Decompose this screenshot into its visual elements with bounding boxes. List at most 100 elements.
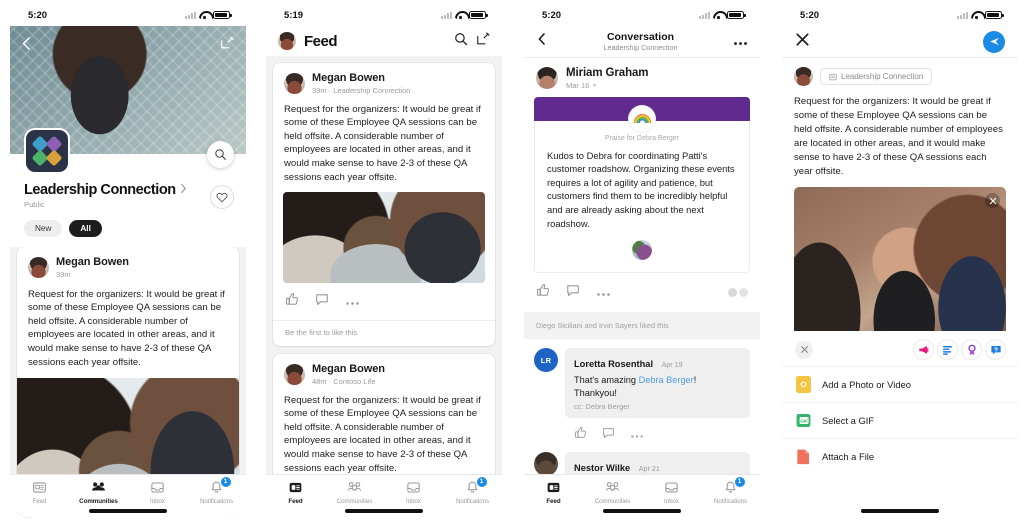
praise-card[interactable]: Praise for Debra Berger Kudos to Debra f…	[534, 96, 750, 274]
feed-header: Feed	[266, 26, 502, 56]
tab-inbox[interactable]: Inbox	[128, 480, 187, 505]
status-bar: 5:20	[782, 4, 1018, 26]
tab-inbox[interactable]: Inbox	[384, 480, 443, 505]
praise-body-card: Praise for Debra Berger Kudos to Debra f…	[534, 120, 750, 274]
poll-icon[interactable]	[938, 340, 957, 359]
post-author-block: Megan Bowen 39m	[56, 256, 129, 279]
option-select-gif[interactable]: GIF Select a GIF	[782, 402, 1018, 438]
avatar[interactable]	[536, 67, 558, 90]
wifi-icon	[455, 11, 466, 19]
praise-recipient-avatar[interactable]	[632, 240, 652, 261]
chip-all[interactable]: All	[69, 220, 102, 237]
compose-icon[interactable]	[476, 31, 490, 51]
feed-icon	[289, 482, 302, 493]
status-indicators	[957, 10, 1004, 20]
gif-icon: GIF	[796, 412, 811, 429]
avatar[interactable]: LR	[534, 348, 558, 373]
communities-icon	[606, 482, 619, 491]
status-bar: 5:19	[266, 4, 502, 26]
comment-item[interactable]: LR Loretta Rosenthal Apr 19 That's amazi…	[524, 348, 760, 420]
composer-target-row: Leadership Connection	[782, 58, 1018, 86]
option-label: Attach a File	[822, 451, 875, 462]
avatar[interactable]	[28, 256, 49, 278]
chip-new[interactable]: New	[24, 220, 63, 237]
close-icon[interactable]	[795, 32, 810, 52]
battery-icon	[727, 10, 746, 20]
search-button[interactable]	[207, 141, 234, 168]
avatar[interactable]	[284, 72, 305, 94]
search-icon[interactable]	[454, 32, 468, 51]
chevron-right-icon[interactable]	[180, 182, 187, 198]
status-bar: 5:20	[524, 4, 760, 26]
home-indicator	[861, 509, 939, 513]
tab-communities[interactable]: Communities	[325, 480, 384, 505]
tab-label: Notifications	[713, 497, 748, 505]
conversation-subtitle: Leadership Connection	[603, 42, 678, 52]
comment-icon[interactable]	[566, 283, 580, 302]
tab-label: Feed	[32, 497, 47, 505]
composer-attached-photo[interactable]	[794, 187, 1006, 343]
mention-link[interactable]: Debra Berger	[639, 375, 694, 385]
like-icon[interactable]	[536, 283, 550, 302]
feed-list[interactable]: Megan Bowen 39m · Leadership Connection …	[266, 56, 502, 496]
group-pill[interactable]: Leadership Connection	[820, 68, 933, 85]
tab-label: Notifications	[199, 497, 234, 505]
composer-body[interactable]: Request for the organizers: It would be …	[782, 86, 1018, 187]
like-icon[interactable]	[285, 292, 299, 311]
post-card[interactable]: Megan Bowen 48m · Contoso Life Request f…	[273, 354, 495, 494]
tab-communities[interactable]: Communities	[583, 480, 642, 505]
notifications-badge: 1	[476, 477, 487, 487]
edit-icon[interactable]	[220, 36, 234, 55]
tab-label: Inbox	[150, 497, 165, 505]
avatar[interactable]	[284, 363, 305, 385]
rainbow-badge-icon	[629, 105, 655, 132]
praise-body: Kudos to Debra for coordinating Patti's …	[547, 149, 735, 229]
communities-icon	[348, 482, 361, 491]
more-options-icon[interactable]	[733, 33, 748, 51]
close-toolbar-icon[interactable]	[795, 340, 813, 359]
comment-icon[interactable]	[315, 292, 329, 311]
tab-feed[interactable]: Feed	[524, 480, 583, 505]
tab-notifications[interactable]: 1 Notifications	[701, 477, 760, 505]
avatar[interactable]	[794, 67, 813, 86]
home-indicator	[603, 509, 681, 513]
notifications-badge: 1	[734, 477, 745, 487]
conversation-scroll[interactable]: Miriam Graham Mar 16 ⚬ Praise for Debra …	[524, 58, 760, 496]
announcement-icon[interactable]	[914, 340, 933, 359]
send-button[interactable]	[983, 30, 1005, 53]
praise-icon[interactable]	[962, 340, 981, 359]
back-icon[interactable]	[20, 36, 33, 56]
tab-label: Feed	[288, 497, 303, 505]
page-title: Leadership Connection	[24, 182, 187, 198]
more-options-icon[interactable]	[345, 293, 360, 311]
tab-feed[interactable]: Feed	[266, 480, 325, 505]
tab-communities[interactable]: Communities	[69, 480, 128, 505]
avatar[interactable]	[278, 32, 296, 50]
remove-photo-icon[interactable]	[985, 193, 1000, 209]
comment-actions	[524, 420, 760, 452]
file-icon	[796, 448, 811, 465]
post-author-name: Miriam Graham	[566, 67, 649, 79]
favorite-button[interactable]	[210, 185, 234, 209]
like-icon[interactable]	[574, 426, 587, 444]
liked-by-text: Diego Siciliani and Irvin Sayers liked t…	[524, 312, 760, 340]
back-icon[interactable]	[536, 32, 548, 51]
inbox-icon	[151, 482, 164, 493]
option-attach-file[interactable]: Attach a File	[782, 438, 1018, 474]
comment-icon[interactable]	[602, 426, 615, 444]
post-meta: 39m	[56, 269, 71, 279]
option-add-photo[interactable]: Add a Photo or Video	[782, 366, 1018, 402]
comment-header: Loretta Rosenthal Apr 19	[574, 354, 741, 372]
reaction-summary[interactable]	[728, 288, 748, 298]
tab-feed[interactable]: Feed	[10, 480, 69, 505]
tab-notifications[interactable]: 1 Notifications	[443, 477, 502, 505]
avatar[interactable]	[534, 452, 558, 477]
question-icon[interactable]	[986, 340, 1005, 359]
post-photo[interactable]	[283, 192, 485, 284]
tab-notifications[interactable]: 1 Notifications	[187, 477, 246, 505]
post-card[interactable]: Megan Bowen 39m · Leadership Connection …	[273, 63, 495, 347]
more-options-icon[interactable]	[596, 284, 611, 302]
comment-cc: cc: Debra Berger	[574, 402, 630, 412]
tab-inbox[interactable]: Inbox	[642, 480, 701, 505]
more-options-icon[interactable]	[630, 426, 644, 444]
